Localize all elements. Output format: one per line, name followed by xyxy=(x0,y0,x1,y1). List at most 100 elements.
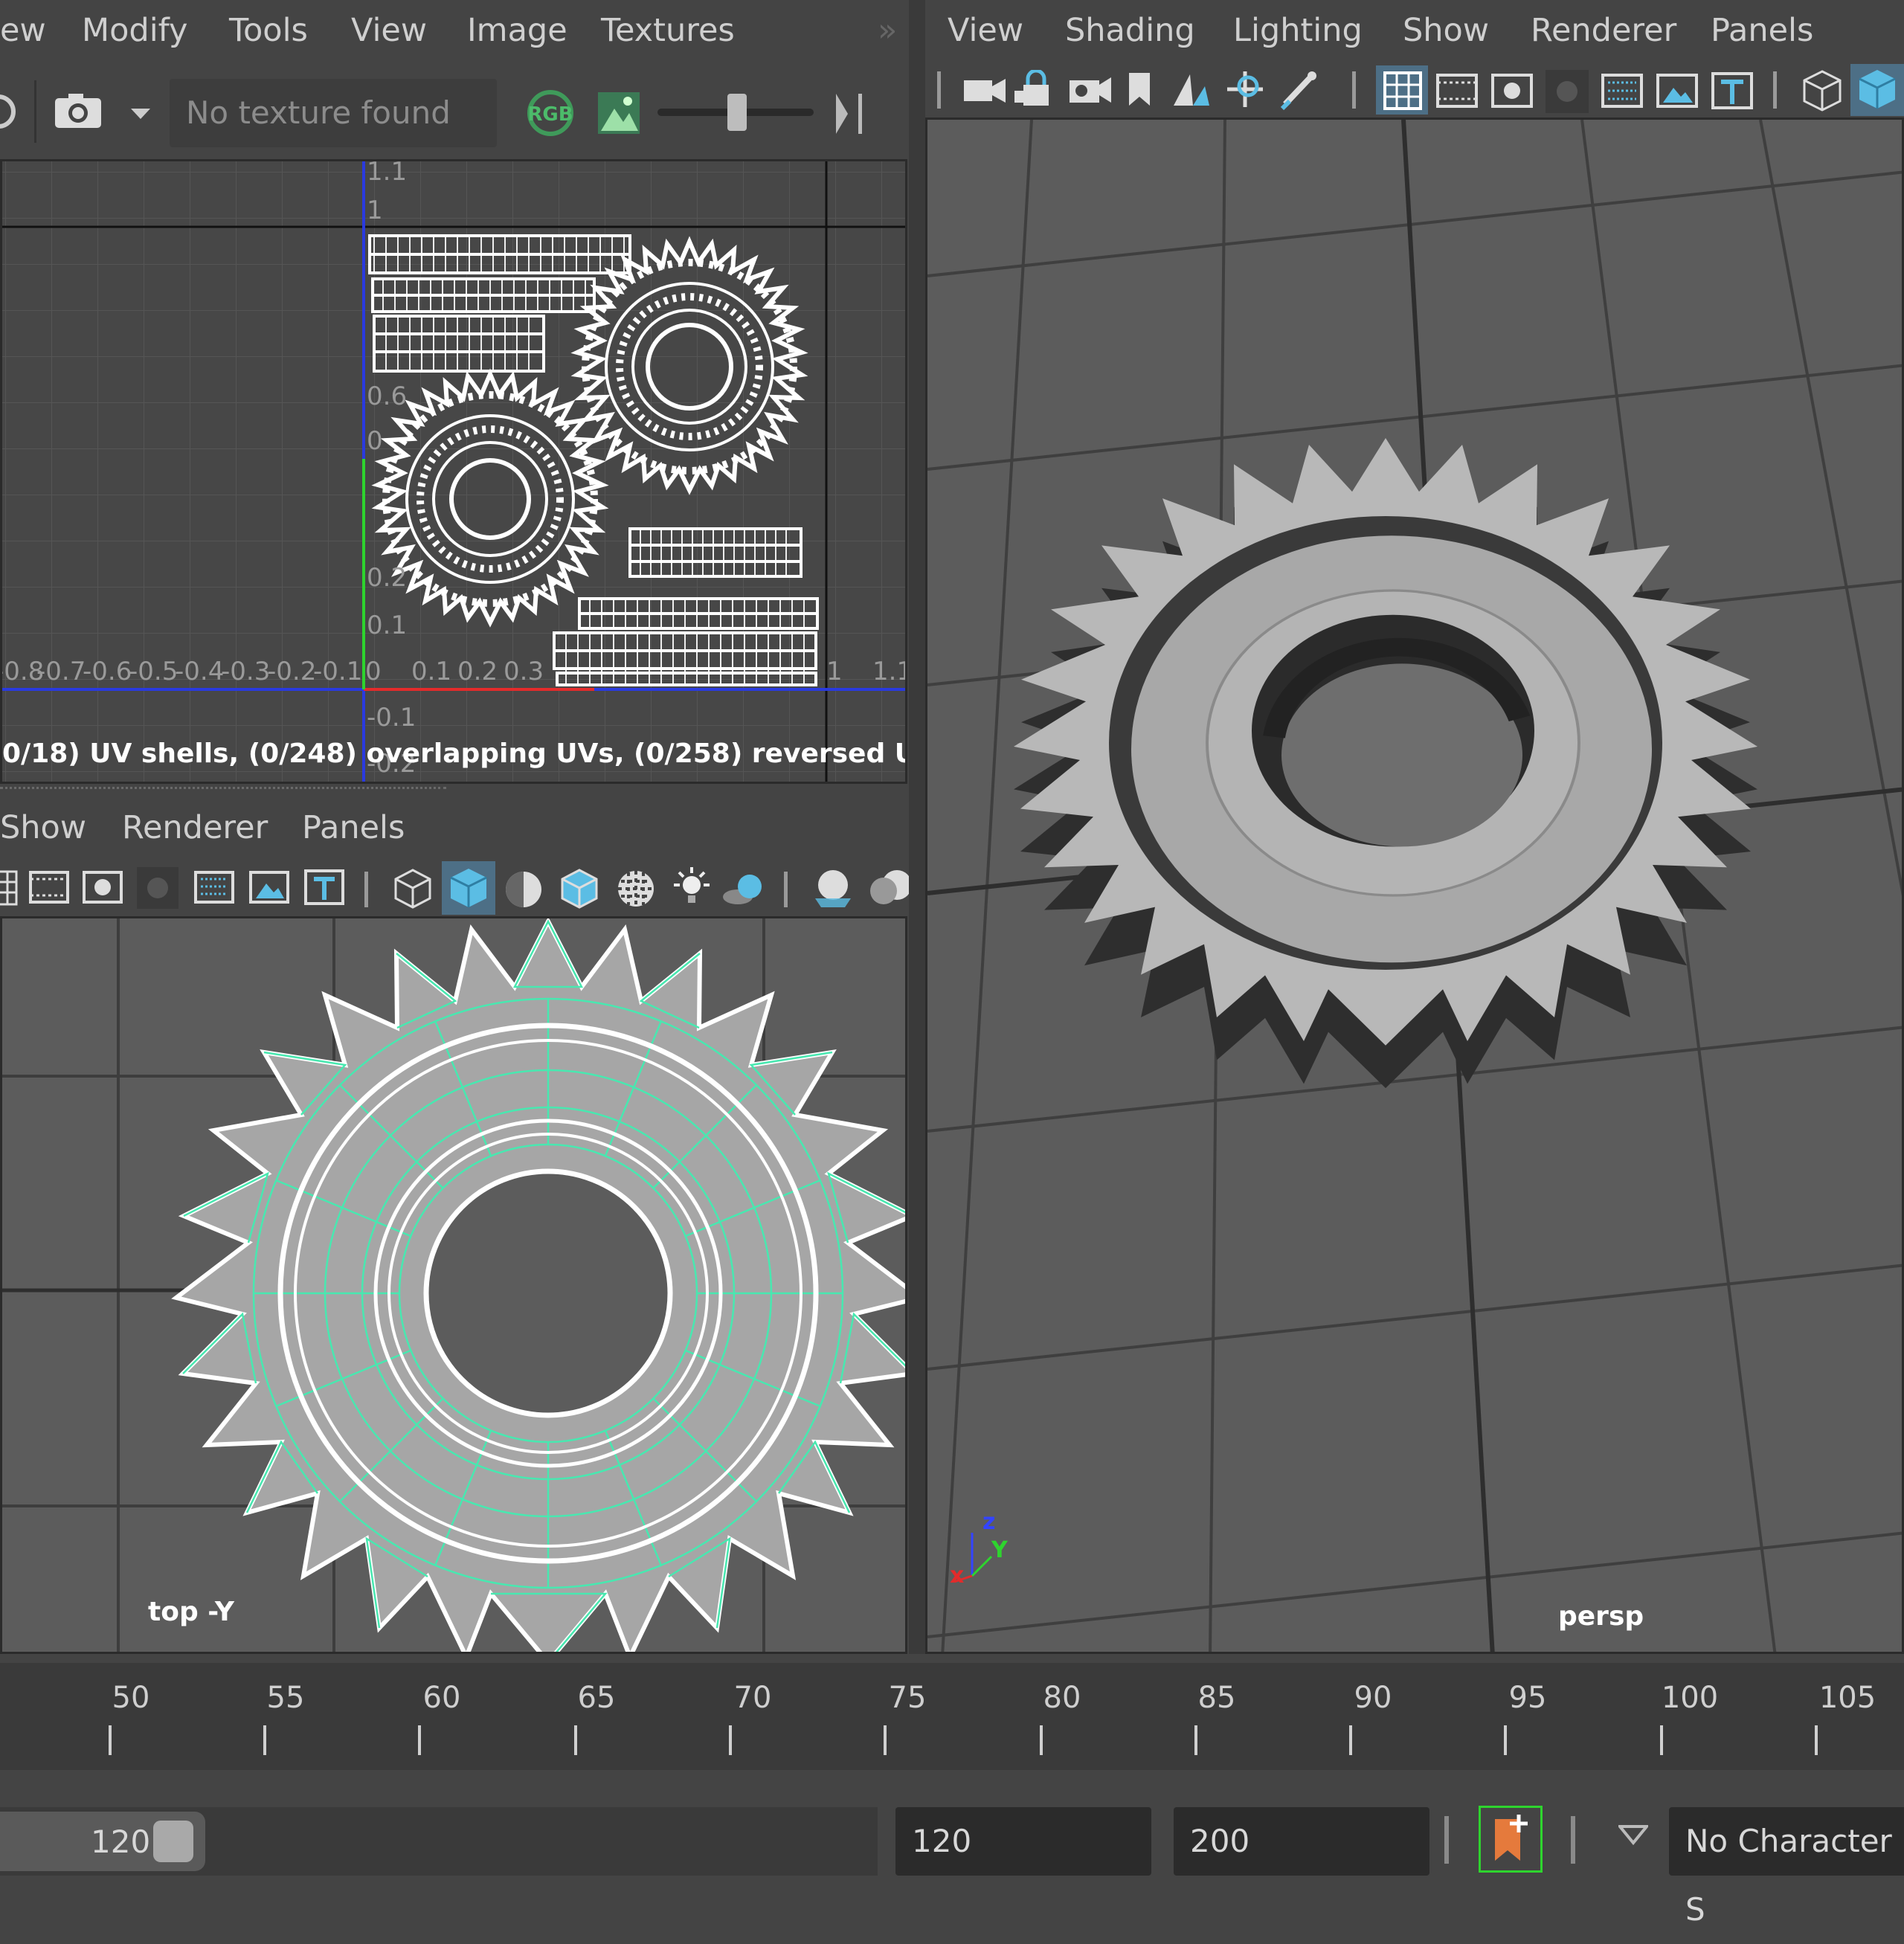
uv-y-label: 0 xyxy=(367,426,383,456)
timeline-tick-label: 105 xyxy=(1818,1681,1876,1715)
uv-status-text: 0/18) UV shells, (0/248) overlapping UVs… xyxy=(2,738,907,769)
gate-mask-icon[interactable] xyxy=(1546,70,1589,113)
axis-z-label: z xyxy=(982,1509,996,1535)
playback-max-field[interactable]: 200 xyxy=(1174,1807,1429,1876)
camera-icon[interactable] xyxy=(54,92,103,129)
svg-text:RGB: RGB xyxy=(527,103,573,126)
uv-shells[interactable] xyxy=(2,161,907,784)
gear-persp-view[interactable] xyxy=(927,120,1904,1654)
character-set-field[interactable]: No Character S xyxy=(1669,1807,1904,1928)
image-plane-icon[interactable] xyxy=(1168,70,1212,110)
top-menu-show[interactable]: Show xyxy=(0,809,86,846)
textured-icon[interactable] xyxy=(614,867,657,910)
persp-menu-show[interactable]: Show xyxy=(1403,12,1489,49)
timeline-tick xyxy=(1815,1725,1818,1755)
persp-viewport[interactable]: z Y x persp xyxy=(925,118,1904,1654)
safe-action-icon[interactable] xyxy=(248,870,290,904)
uv-x-label: -0.2 xyxy=(267,657,317,686)
persp-menu-panels[interactable]: Panels xyxy=(1711,12,1813,49)
resolution-gate-icon[interactable] xyxy=(1490,73,1534,109)
field-chart-icon[interactable] xyxy=(193,870,235,904)
animation-end-field[interactable]: 120 xyxy=(895,1807,1151,1876)
timeline-tick-label: 100 xyxy=(1661,1681,1719,1715)
motion-blur-icon[interactable] xyxy=(867,866,912,910)
uv-menu-image[interactable]: Image xyxy=(467,12,567,49)
uv-x-label: -0.6 xyxy=(83,657,132,686)
top-viewport[interactable]: top -Y xyxy=(0,916,907,1654)
grid-icon[interactable] xyxy=(0,867,19,909)
smooth-shade-icon[interactable] xyxy=(1850,64,1904,116)
menu-overflow-icon[interactable]: » xyxy=(878,12,897,49)
timeline-tick-label: 75 xyxy=(888,1681,927,1715)
field-chart-icon[interactable] xyxy=(1601,73,1644,109)
grease-pencil-icon[interactable] xyxy=(1278,68,1322,112)
uv-x-label: 0.1 xyxy=(411,657,452,686)
timeline-tick xyxy=(729,1725,732,1755)
shade-options-icon[interactable] xyxy=(503,869,544,910)
shadows-icon[interactable] xyxy=(721,870,766,907)
top-view-toolbar xyxy=(0,860,912,916)
persp-menu-shading[interactable]: Shading xyxy=(1065,12,1195,49)
range-slider-bar: 120 120 200 No Character S xyxy=(0,1770,1904,1928)
exposure-slider-handle[interactable] xyxy=(727,94,747,131)
uv-x-label: 0 xyxy=(365,657,382,686)
uv-menu-modify[interactable]: Modify xyxy=(82,12,187,49)
texture-field[interactable]: No texture found xyxy=(170,79,497,147)
rgb-channel-icon[interactable]: RGB xyxy=(521,89,580,137)
film-gate-icon[interactable] xyxy=(28,870,70,904)
gear-top-view[interactable] xyxy=(2,918,907,1654)
persp-view-toolbar xyxy=(925,64,1904,118)
camera-attributes-icon[interactable] xyxy=(1067,70,1113,109)
uv-y-label: 1.1 xyxy=(367,159,408,187)
grid-toggle-icon[interactable] xyxy=(1382,70,1424,112)
persp-menu-lighting[interactable]: Lighting xyxy=(1233,12,1363,49)
uv-editor-canvas[interactable]: -0.8 -0.7 -0.6 -0.5 -0.4 -0.3 -0.2 -0.1 … xyxy=(0,159,907,784)
wireframe-icon[interactable] xyxy=(391,867,434,910)
lock-camera-icon[interactable] xyxy=(1013,70,1058,109)
timeline-tick xyxy=(1349,1725,1352,1755)
wireframe-icon[interactable] xyxy=(1800,68,1844,113)
range-slider-handle[interactable] xyxy=(153,1821,193,1862)
timeline-tick-label: 90 xyxy=(1354,1681,1392,1715)
image-display-icon[interactable] xyxy=(595,89,643,137)
top-menu-panels[interactable]: Panels xyxy=(302,809,405,846)
ambient-occlusion-icon[interactable] xyxy=(811,866,855,910)
uv-menu-tools[interactable]: Tools xyxy=(229,12,308,49)
uv-x-label: -0.1 xyxy=(313,657,363,686)
persp-menu-renderer[interactable]: Renderer xyxy=(1531,12,1676,49)
uv-x-label: 1 xyxy=(826,657,843,686)
uv-y-label: 0.2 xyxy=(367,563,408,593)
select-camera-icon[interactable] xyxy=(962,73,1007,107)
snapshot-ring-icon[interactable] xyxy=(0,89,22,134)
lights-icon[interactable] xyxy=(669,866,714,910)
2d-pan-zoom-icon[interactable] xyxy=(1223,67,1269,112)
gate-mask-icon[interactable] xyxy=(137,867,178,909)
timeline-tick xyxy=(263,1725,266,1755)
vertical-splitter[interactable] xyxy=(909,0,925,1654)
timeline-tick-label: 60 xyxy=(422,1681,461,1715)
collapse-arrows-icon[interactable] xyxy=(832,89,876,138)
triangle-down-icon[interactable] xyxy=(1618,1824,1648,1846)
safe-action-icon[interactable] xyxy=(1656,73,1699,109)
uv-menu-view[interactable]: View xyxy=(351,12,427,49)
wireframe-on-shaded-icon[interactable] xyxy=(558,867,601,910)
auto-key-icon[interactable] xyxy=(1490,1812,1532,1868)
uv-menu-edit[interactable]: ew xyxy=(0,12,46,49)
safe-title-icon[interactable] xyxy=(1711,71,1754,110)
timeline-tick xyxy=(109,1725,112,1755)
chevron-down-icon[interactable] xyxy=(129,107,152,122)
uv-menu-textures[interactable]: Textures xyxy=(601,12,735,49)
resolution-gate-icon[interactable] xyxy=(82,870,123,904)
persp-menu-view[interactable]: View xyxy=(948,12,1023,49)
top-menu-renderer[interactable]: Renderer xyxy=(122,809,268,846)
uv-y-label: -0.1 xyxy=(367,703,416,733)
pane-splitter[interactable] xyxy=(0,787,446,792)
timeline-tick xyxy=(1194,1725,1197,1755)
safe-title-icon[interactable] xyxy=(303,869,345,906)
smooth-shade-icon[interactable] xyxy=(442,861,495,915)
bookmark-icon[interactable] xyxy=(1125,70,1154,110)
timeline-tick xyxy=(1504,1725,1507,1755)
timeline-tick-label: 65 xyxy=(577,1681,616,1715)
uv-y-label: 0.6 xyxy=(367,382,408,411)
film-gate-icon[interactable] xyxy=(1435,73,1479,109)
